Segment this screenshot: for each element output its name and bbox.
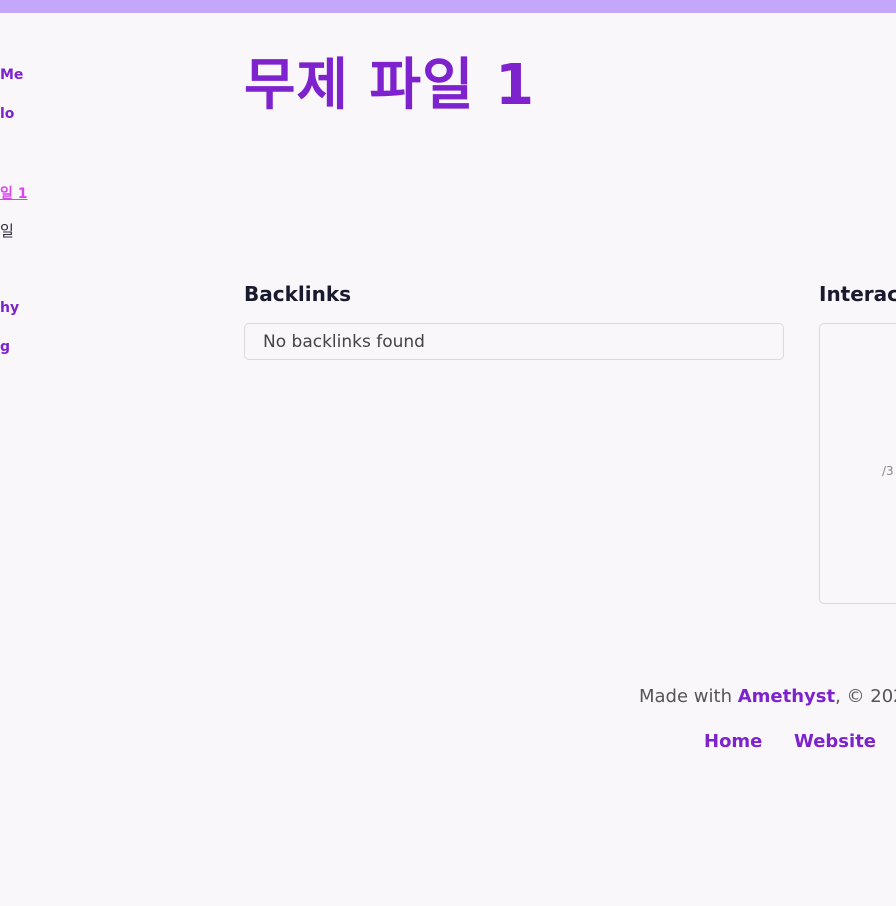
sidebar: Me lo 일 1 일 hy g <box>0 0 220 906</box>
footer-copyright: , © 2023 B <box>835 686 896 707</box>
interactive-graph[interactable]: /3 <box>819 323 896 604</box>
sidebar-item-file[interactable]: 일 <box>0 220 14 241</box>
footer-credit: Made with Amethyst, © 2023 B <box>639 686 896 707</box>
backlinks-empty-text: No backlinks found <box>263 331 425 352</box>
amethyst-link[interactable]: Amethyst <box>738 686 835 707</box>
footer-website-link[interactable]: Website <box>794 731 876 752</box>
sidebar-item-g[interactable]: g <box>0 339 10 355</box>
footer-home-link[interactable]: Home <box>704 731 762 752</box>
sidebar-item-current-file[interactable]: 일 1 <box>0 183 28 203</box>
page-title: 무제 파일 1 <box>244 53 536 118</box>
sidebar-item-me[interactable]: Me <box>0 67 23 83</box>
footer-made-with: Made with <box>639 686 738 707</box>
graph-heading: Interact <box>819 282 896 306</box>
backlinks-heading: Backlinks <box>244 282 352 306</box>
graph-node-label: /3 <box>882 464 894 478</box>
sidebar-item-hy[interactable]: hy <box>0 300 19 316</box>
sidebar-item-lo[interactable]: lo <box>0 106 14 122</box>
backlinks-panel: No backlinks found <box>244 323 784 360</box>
